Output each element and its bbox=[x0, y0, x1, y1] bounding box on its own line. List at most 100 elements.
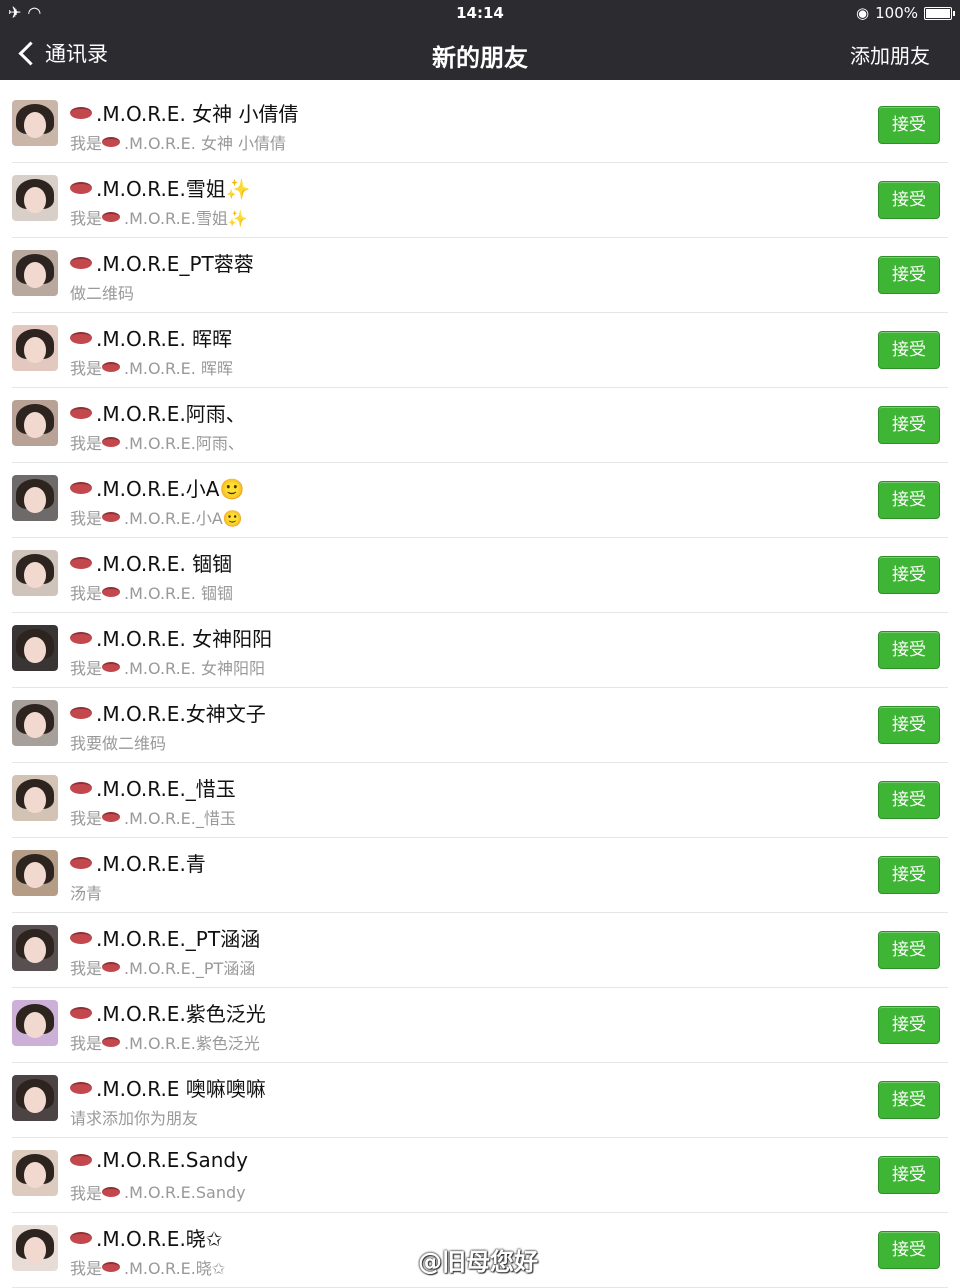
avatar[interactable] bbox=[12, 625, 58, 671]
accept-button[interactable]: 接受 bbox=[878, 181, 940, 219]
status-bar: ✈◠ 14:14 ◉ 100% bbox=[0, 0, 960, 26]
avatar-face bbox=[24, 1237, 46, 1263]
friend-name: .M.O.R.E.阿雨、 bbox=[70, 398, 246, 427]
accept-button[interactable]: 接受 bbox=[878, 556, 940, 594]
avatar[interactable] bbox=[12, 925, 58, 971]
avatar[interactable] bbox=[12, 1225, 58, 1271]
friend-name-text: .M.O.R.E._PT涵涵 bbox=[96, 927, 261, 951]
request-message: 我是 .M.O.R.E. 女神阳阳 bbox=[70, 655, 265, 679]
request-message: 我是 .M.O.R.E.紫色泛光 bbox=[70, 1030, 260, 1054]
friend-name-text: .M.O.R.E.女神文子 bbox=[96, 702, 266, 726]
list-item[interactable]: .M.O.R.E.雪姐✨ 我是 .M.O.R.E.雪姐✨ 接受 bbox=[0, 163, 960, 238]
accept-button[interactable]: 接受 bbox=[878, 931, 940, 969]
avatar[interactable] bbox=[12, 325, 58, 371]
friend-name-text: .M.O.R.E.雪姐✨ bbox=[96, 177, 251, 201]
avatar[interactable] bbox=[12, 850, 58, 896]
avatar-face bbox=[24, 1087, 46, 1113]
accept-button[interactable]: 接受 bbox=[878, 706, 940, 744]
avatar[interactable] bbox=[12, 400, 58, 446]
nav-bar: 通讯录 新的朋友 添加朋友 bbox=[0, 26, 960, 80]
avatar-face bbox=[24, 187, 46, 213]
avatar[interactable] bbox=[12, 250, 58, 296]
accept-button[interactable]: 接受 bbox=[878, 1006, 940, 1044]
lips-icon bbox=[102, 812, 121, 822]
list-item[interactable]: .M.O.R.E.紫色泛光我是 .M.O.R.E.紫色泛光 接受 bbox=[0, 988, 960, 1063]
rotation-lock-icon: ◉ bbox=[856, 4, 870, 22]
add-friend-button[interactable]: 添加朋友 bbox=[850, 40, 930, 69]
accept-button[interactable]: 接受 bbox=[878, 106, 940, 144]
friend-name: .M.O.R.E._惜玉 bbox=[70, 773, 236, 802]
list-item[interactable]: .M.O.R.E. 晖晖 我是 .M.O.R.E. 晖晖 接受 bbox=[0, 313, 960, 388]
lips-icon bbox=[102, 1187, 121, 1197]
accept-button[interactable]: 接受 bbox=[878, 256, 940, 294]
list-item[interactable]: .M.O.R.E. 女神阳阳 我是 .M.O.R.E. 女神阳阳 接受 bbox=[0, 613, 960, 688]
list-item[interactable]: .M.O.R.E.阿雨、 我是 .M.O.R.E.阿雨、 接受 bbox=[0, 388, 960, 463]
avatar[interactable] bbox=[12, 700, 58, 746]
accept-button[interactable]: 接受 bbox=[878, 331, 940, 369]
request-message-text: .M.O.R.E.阿雨、 bbox=[124, 434, 244, 453]
lips-icon bbox=[70, 1006, 92, 1019]
avatar-face bbox=[24, 712, 46, 738]
lips-icon bbox=[102, 512, 121, 522]
request-message-prefix: 我是 bbox=[70, 584, 103, 603]
accept-button[interactable]: 接受 bbox=[878, 1081, 940, 1119]
accept-button[interactable]: 接受 bbox=[878, 481, 940, 519]
avatar-face bbox=[24, 262, 46, 288]
accept-button[interactable]: 接受 bbox=[878, 631, 940, 669]
accept-button[interactable]: 接受 bbox=[878, 781, 940, 819]
accept-button[interactable]: 接受 bbox=[878, 856, 940, 894]
friend-name: .M.O.R.E.雪姐✨ bbox=[70, 173, 251, 202]
list-item[interactable]: .M.O.R.E 噢嘛噢嘛 请求添加你为朋友 接受 bbox=[0, 1063, 960, 1138]
list-item[interactable]: .M.O.R.E.女神文子 我要做二维码 接受 bbox=[0, 688, 960, 763]
accept-button[interactable]: 接受 bbox=[878, 1156, 940, 1194]
avatar[interactable] bbox=[12, 1075, 58, 1121]
friend-name: .M.O.R.E.晓✩ bbox=[70, 1223, 223, 1252]
request-message-prefix: 我是 bbox=[70, 1034, 103, 1053]
request-message-text: 汤青 bbox=[70, 884, 103, 903]
status-right: ◉ 100% bbox=[856, 4, 955, 22]
request-message-prefix: 我是 bbox=[70, 434, 103, 453]
lips-icon bbox=[70, 106, 92, 119]
avatar[interactable] bbox=[12, 175, 58, 221]
friend-name-text: .M.O.R.E. 锢锢 bbox=[96, 552, 233, 576]
request-message-text: 请求添加你为朋友 bbox=[70, 1109, 199, 1128]
accept-button[interactable]: 接受 bbox=[878, 406, 940, 444]
avatar[interactable] bbox=[12, 1150, 58, 1196]
list-item[interactable]: .M.O.R.E_PT蓉蓉做二维码 接受 bbox=[0, 238, 960, 313]
list-item[interactable]: .M.O.R.E.Sandy 我是 .M.O.R.E.Sandy 接受 bbox=[0, 1138, 960, 1213]
friend-name: .M.O.R.E.紫色泛光 bbox=[70, 998, 266, 1027]
avatar[interactable] bbox=[12, 475, 58, 521]
lips-icon bbox=[70, 331, 92, 344]
list-item[interactable]: .M.O.R.E.青 汤青 接受 bbox=[0, 838, 960, 913]
friend-name-text: .M.O.R.E.Sandy bbox=[96, 1148, 248, 1172]
friend-name-text: .M.O.R.E_PT蓉蓉 bbox=[96, 252, 254, 276]
battery-percent: 100% bbox=[875, 4, 918, 22]
list-item[interactable]: .M.O.R.E._PT涵涵 我是 .M.O.R.E._PT涵涵 接受 bbox=[0, 913, 960, 988]
request-message-text: 做二维码 bbox=[70, 284, 135, 303]
friend-name: .M.O.R.E._PT涵涵 bbox=[70, 923, 260, 952]
list-item[interactable]: .M.O.R.E. 锢锢 我是 .M.O.R.E. 锢锢 接受 bbox=[0, 538, 960, 613]
watermark: @旧母您好 bbox=[418, 1248, 538, 1276]
list-item[interactable]: .M.O.R.E._惜玉 我是 .M.O.R.E._惜玉 接受 bbox=[0, 763, 960, 838]
friend-name: .M.O.R.E.小A🙂 bbox=[70, 473, 244, 502]
request-message-prefix: 我是 bbox=[70, 1184, 103, 1203]
list-item[interactable]: .M.O.R.E.小A🙂 我是 .M.O.R.E.小A🙂 接受 bbox=[0, 463, 960, 538]
request-message-prefix: 我是 bbox=[70, 1259, 103, 1278]
accept-button[interactable]: 接受 bbox=[878, 1231, 940, 1269]
friend-name-text: .M.O.R.E. 女神 小倩倩 bbox=[96, 102, 299, 126]
avatar[interactable] bbox=[12, 100, 58, 146]
request-message-prefix: 我是 bbox=[70, 959, 103, 978]
avatar[interactable] bbox=[12, 1000, 58, 1046]
request-message-prefix: 我是 bbox=[70, 809, 103, 828]
list-item[interactable]: .M.O.R.E. 女神 小倩倩 我是 .M.O.R.E. 女神 小倩倩 接受 bbox=[0, 88, 960, 163]
friend-name-text: .M.O.R.E. 晖晖 bbox=[96, 327, 233, 351]
request-message-prefix: 我是 bbox=[70, 509, 103, 528]
request-message-prefix: 我是 bbox=[70, 359, 103, 378]
avatar[interactable] bbox=[12, 550, 58, 596]
request-message: 汤青 bbox=[70, 880, 102, 904]
request-message-text: .M.O.R.E. 女神 小倩倩 bbox=[124, 134, 287, 153]
avatar-face bbox=[24, 637, 46, 663]
request-message: 做二维码 bbox=[70, 280, 134, 304]
avatar[interactable] bbox=[12, 775, 58, 821]
lips-icon bbox=[70, 181, 92, 194]
